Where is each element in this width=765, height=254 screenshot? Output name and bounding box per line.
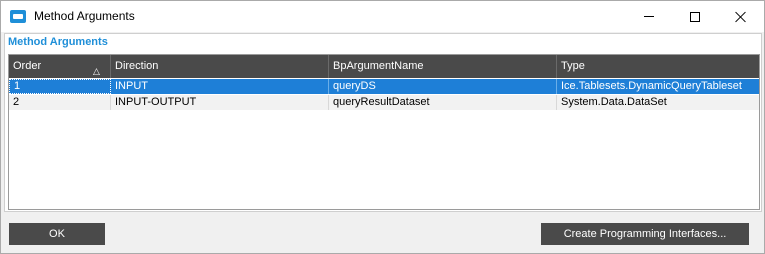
cell-bpargumentname[interactable]: queryResultDataset xyxy=(329,95,557,110)
window-title: Method Arguments xyxy=(34,9,135,23)
grid-header: Order △ Direction BpArgumentName Type xyxy=(9,55,759,78)
app-icon xyxy=(10,10,26,23)
column-header-order[interactable]: Order △ xyxy=(9,55,111,78)
cell-direction[interactable]: INPUT-OUTPUT xyxy=(111,95,329,110)
cell-order[interactable]: 2 xyxy=(9,95,111,110)
cell-type[interactable]: Ice.Tablesets.DynamicQueryTableset xyxy=(557,79,759,94)
title-bar[interactable]: Method Arguments xyxy=(1,1,764,32)
dialog-body: Method Arguments Order △ Direction BpArg… xyxy=(1,32,764,253)
table-row[interactable]: 1 INPUT queryDS Ice.Tablesets.DynamicQue… xyxy=(9,79,759,94)
column-header-label: Direction xyxy=(115,60,159,72)
minimize-button[interactable] xyxy=(626,1,672,32)
cell-bpargumentname[interactable]: queryDS xyxy=(329,79,557,94)
cell-type[interactable]: System.Data.DataSet xyxy=(557,95,759,110)
column-header-type[interactable]: Type xyxy=(557,55,759,78)
maximize-button[interactable] xyxy=(672,1,718,32)
create-programming-interfaces-button[interactable]: Create Programming Interfaces... xyxy=(541,223,749,245)
cell-order[interactable]: 1 xyxy=(9,79,111,94)
column-header-label: BpArgumentName xyxy=(333,60,424,72)
close-button[interactable] xyxy=(718,1,764,32)
cell-direction[interactable]: INPUT xyxy=(111,79,329,94)
method-arguments-panel: Method Arguments Order △ Direction BpArg… xyxy=(4,33,762,212)
maximize-icon xyxy=(690,11,700,22)
method-arguments-window: Method Arguments Method Arguments Order … xyxy=(0,0,765,254)
close-icon xyxy=(735,11,747,23)
column-header-bpargumentname[interactable]: BpArgumentName xyxy=(329,55,557,78)
arguments-grid[interactable]: Order △ Direction BpArgumentName Type 1 xyxy=(8,54,760,210)
table-row[interactable]: 2 INPUT-OUTPUT queryResultDataset System… xyxy=(9,95,759,110)
ok-button[interactable]: OK xyxy=(9,223,105,245)
panel-title: Method Arguments xyxy=(8,36,108,48)
column-header-label: Type xyxy=(561,60,585,72)
column-header-direction[interactable]: Direction xyxy=(111,55,329,78)
column-header-label: Order xyxy=(13,60,42,72)
minimize-icon xyxy=(644,16,654,17)
